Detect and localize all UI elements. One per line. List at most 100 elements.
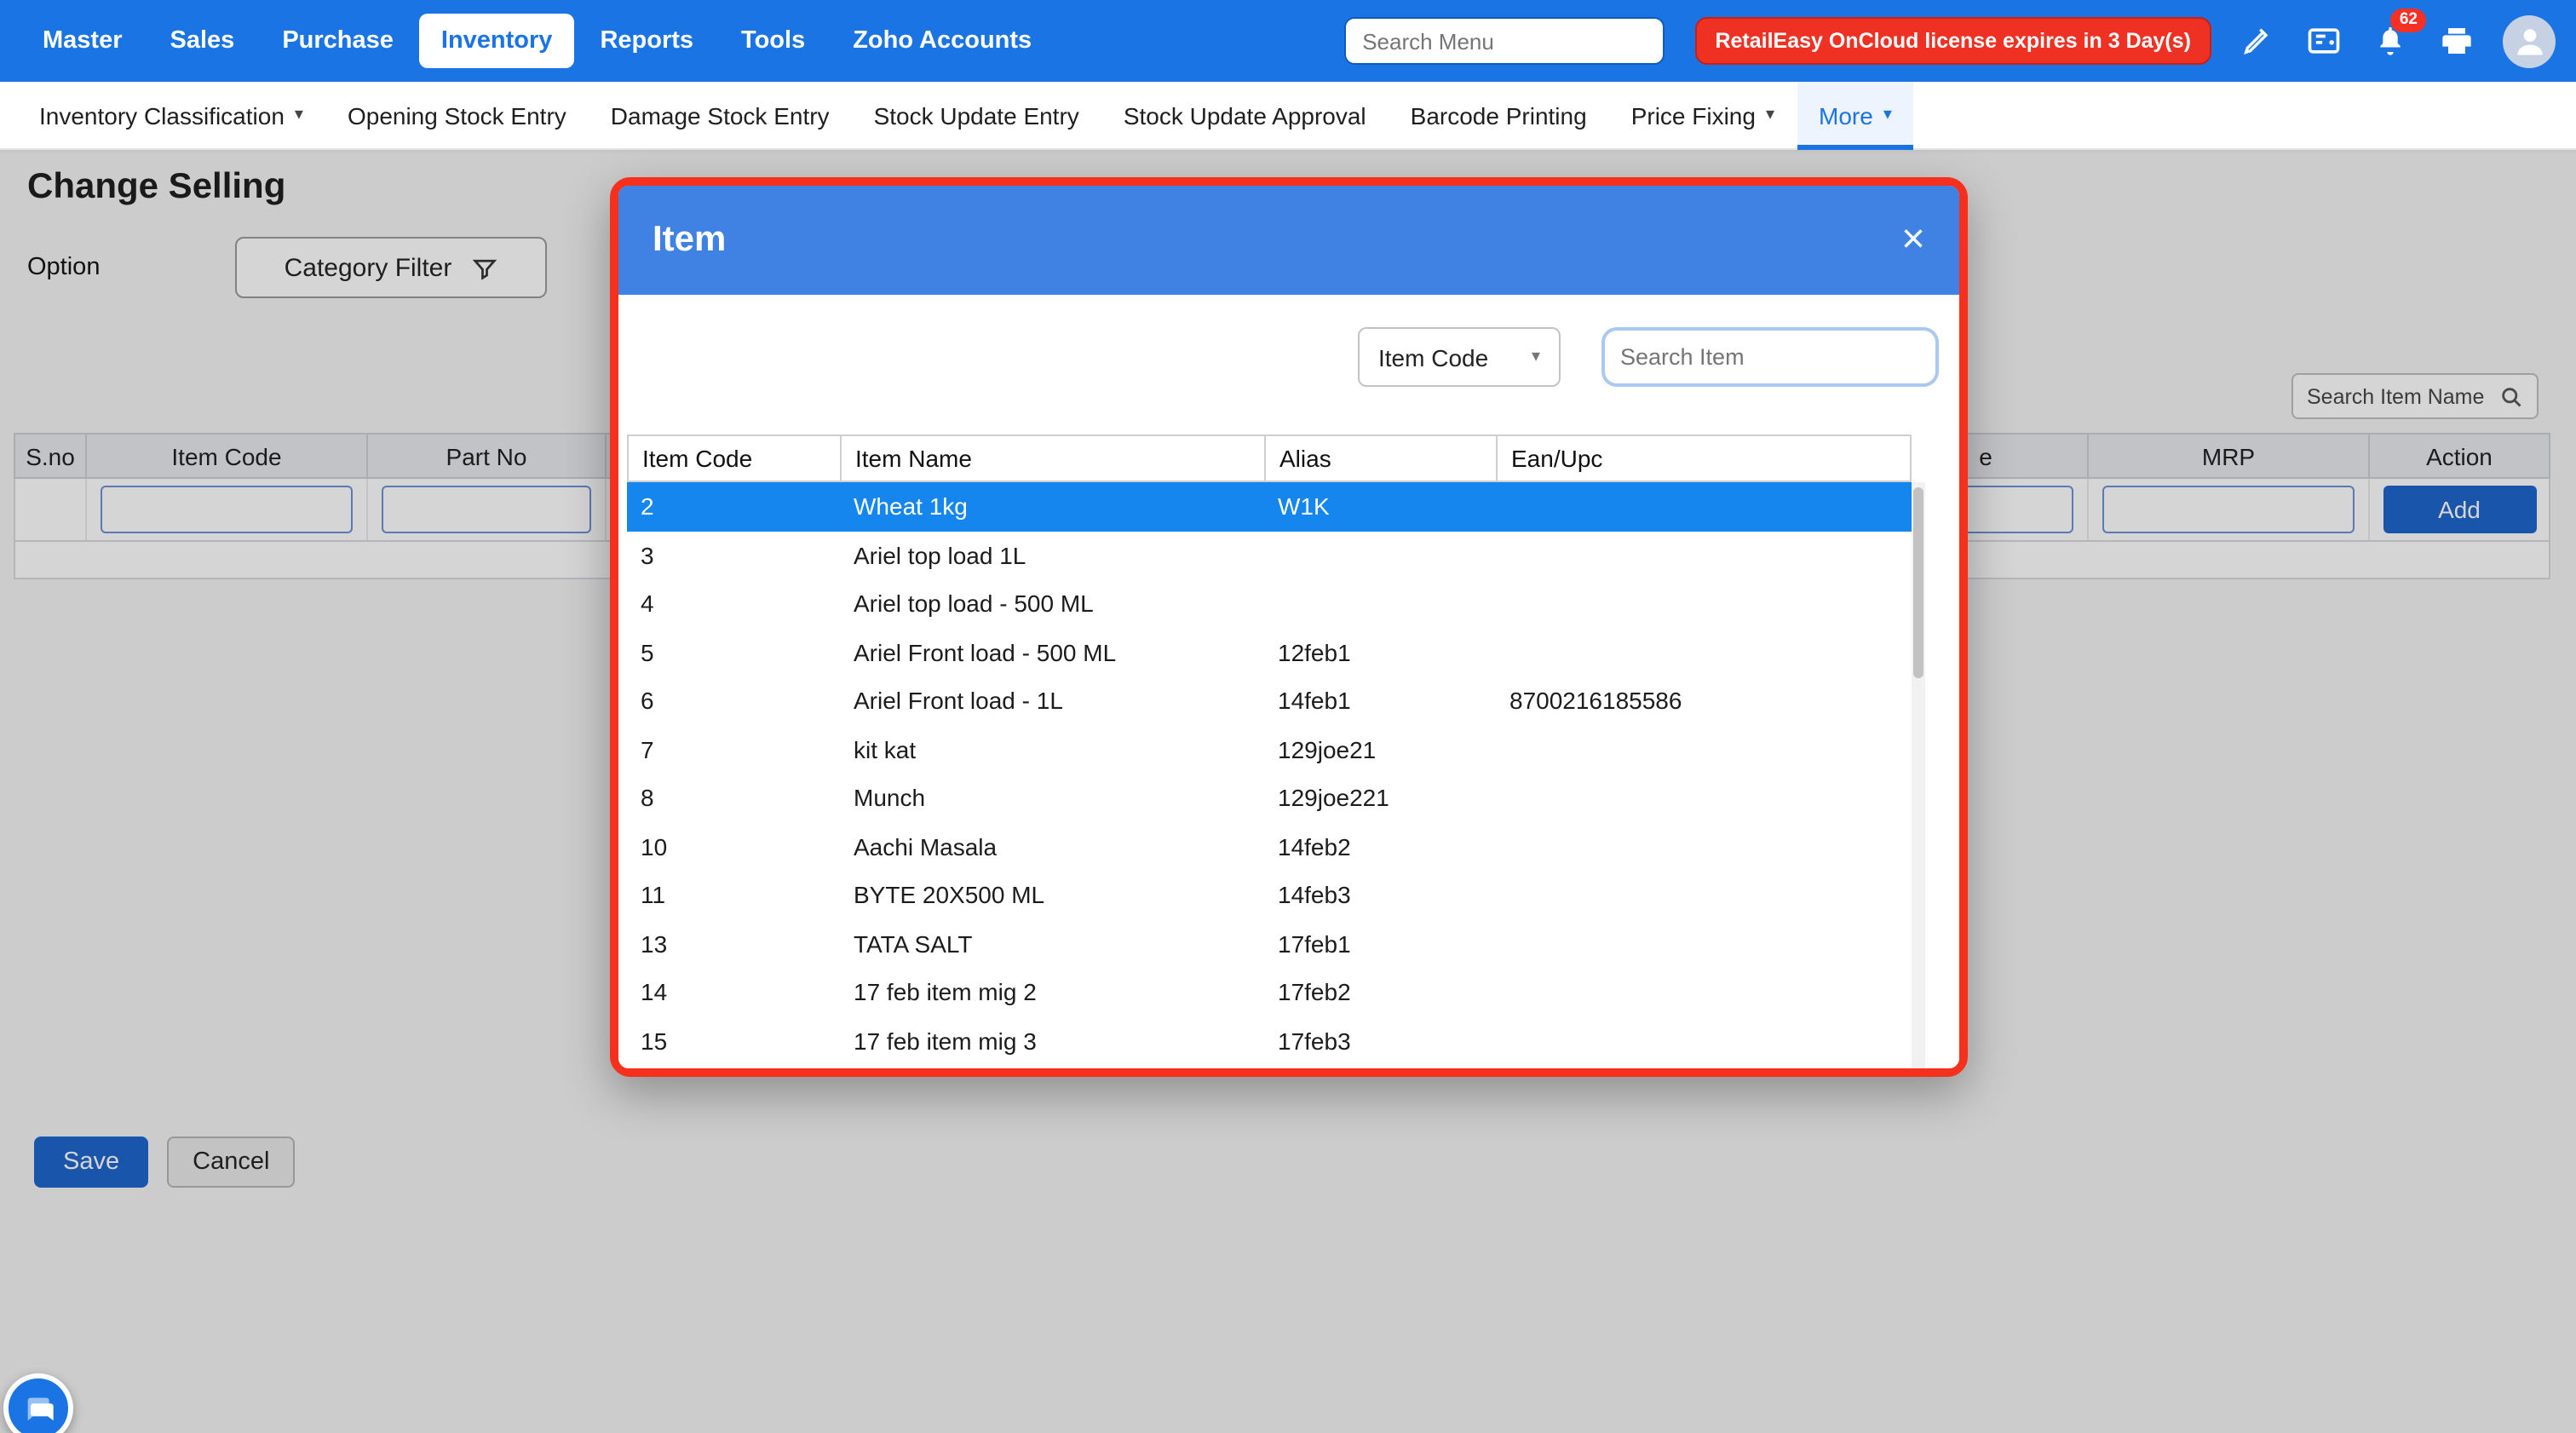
menu-tools[interactable]: Tools [719, 14, 827, 68]
subnav-label: Inventory Classification [39, 101, 285, 129]
subnav-label: More [1819, 101, 1873, 129]
license-warning-badge[interactable]: RetailEasy OnCloud license expires in 3 … [1694, 17, 2211, 65]
item-code-cell: 3 [627, 531, 840, 579]
item-name-cell: Ariel top load 1L [840, 531, 1264, 579]
subnav-label: Stock Update Entry [874, 101, 1079, 129]
item-code-cell: 13 [627, 919, 840, 968]
item-code-cell: 15 [627, 1016, 840, 1065]
item-row[interactable]: 16 17 feb item mig 4 17feb4 [627, 1065, 1912, 1068]
subnav-barcode-printing[interactable]: Barcode Printing [1389, 81, 1609, 149]
item-search-input[interactable] [1620, 344, 1922, 370]
item-name-cell: Wheat 1kg [840, 482, 1264, 531]
item-row[interactable]: 11 BYTE 20X500 ML 14feb3 [627, 871, 1912, 919]
item-row[interactable]: 7 kit kat 129joe21 [627, 725, 1912, 774]
item-name-cell: 17 feb item mig 2 [840, 968, 1264, 1016]
avatar[interactable] [2503, 14, 2556, 67]
item-row[interactable]: 6 Ariel Front load - 1L 14feb1 870021618… [627, 676, 1912, 725]
item-list-table: Item Code Item Name Alias Ean/Upc 2 Whea… [627, 435, 1925, 1068]
subnav-damage-stock-entry[interactable]: Damage Stock Entry [589, 81, 852, 149]
scrollbar-thumb[interactable] [1913, 487, 1923, 678]
tools-icon[interactable] [2237, 20, 2278, 61]
item-ean-cell [1496, 822, 1912, 871]
item-alias-cell: 129joe221 [1264, 774, 1496, 822]
subnav-label: Stock Update Approval [1124, 101, 1366, 129]
apps-icon[interactable] [2303, 20, 2344, 61]
item-ean-cell: 8700216185586 [1496, 676, 1912, 725]
item-modal-body: Item Code ▾ Item Code Item Name Alias Ea… [618, 295, 1959, 1068]
close-icon[interactable]: × [1901, 220, 1925, 261]
subnav-label: Barcode Printing [1411, 101, 1587, 129]
item-row[interactable]: 5 Ariel Front load - 500 ML 12feb1 [627, 628, 1912, 676]
item-col-header-alias: Alias [1266, 436, 1498, 481]
item-code-cell: 16 [627, 1065, 840, 1068]
subnav-inventory-classification[interactable]: Inventory Classification ▾ [17, 81, 325, 149]
menu-inventory[interactable]: Inventory [419, 14, 575, 68]
item-name-cell: 17 feb item mig 3 [840, 1016, 1264, 1065]
item-name-cell: 17 feb item mig 4 [840, 1065, 1264, 1068]
item-ean-cell [1496, 531, 1912, 579]
item-row[interactable]: 4 Ariel top load - 500 ML [627, 579, 1912, 628]
chat-bubble-icon [21, 1391, 55, 1425]
item-code-cell: 10 [627, 822, 840, 871]
item-name-cell: Ariel Front load - 500 ML [840, 628, 1264, 676]
scrollbar-track[interactable] [1912, 482, 1925, 1068]
item-code-cell: 11 [627, 871, 840, 919]
print-icon[interactable] [2436, 20, 2477, 61]
chevron-down-icon: ▾ [1766, 106, 1774, 124]
subnav-stock-update-entry[interactable]: Stock Update Entry [852, 81, 1101, 149]
chevron-down-icon: ▾ [1883, 106, 1892, 124]
item-name-cell: Ariel Front load - 1L [840, 676, 1264, 725]
subnav-label: Price Fixing [1631, 101, 1756, 129]
item-alias-cell: 14feb2 [1264, 822, 1496, 871]
item-code-cell: 14 [627, 968, 840, 1016]
search-by-dropdown[interactable]: Item Code ▾ [1358, 327, 1561, 387]
item-table-header-row: Item Code Item Name Alias Ean/Upc [627, 435, 1912, 482]
item-code-cell: 7 [627, 725, 840, 774]
item-code-cell: 2 [627, 482, 840, 531]
item-row[interactable]: 14 17 feb item mig 2 17feb2 [627, 968, 1912, 1016]
red-highlight-annotation: Item × Item Code ▾ Item Code [610, 177, 1968, 1077]
item-row[interactable]: 2 Wheat 1kg W1K [627, 482, 1912, 531]
modal-table-body: 2 Wheat 1kg W1K 3 Ariel top load 1L 4 Ar… [627, 482, 1912, 1068]
menu-purchase[interactable]: Purchase [260, 14, 416, 68]
item-alias-cell: 14feb3 [1264, 871, 1496, 919]
item-alias-cell: 17feb4 [1264, 1065, 1496, 1068]
subnav-more[interactable]: More ▾ [1797, 81, 1914, 149]
item-modal-header: Item × [618, 186, 1959, 295]
item-alias-cell [1264, 579, 1496, 628]
item-name-cell: TATA SALT [840, 919, 1264, 968]
item-ean-cell [1496, 1016, 1912, 1065]
subnav-stock-update-approval[interactable]: Stock Update Approval [1101, 81, 1389, 149]
chevron-down-icon: ▾ [1532, 348, 1540, 366]
search-by-dropdown-value: Item Code [1378, 343, 1488, 371]
item-search-box [1601, 327, 1939, 387]
modal-title: Item [653, 220, 726, 261]
item-col-header-ean: Ean/Upc [1498, 436, 1910, 481]
item-row[interactable]: 15 17 feb item mig 3 17feb3 [627, 1016, 1912, 1065]
item-row[interactable]: 3 Ariel top load 1L [627, 531, 1912, 579]
item-code-cell: 8 [627, 774, 840, 822]
item-alias-cell [1264, 531, 1496, 579]
subnav-price-fixing[interactable]: Price Fixing ▾ [1609, 81, 1797, 149]
subnav-label: Damage Stock Entry [611, 101, 830, 129]
item-alias-cell: 14feb1 [1264, 676, 1496, 725]
subnav-opening-stock-entry[interactable]: Opening Stock Entry [325, 81, 589, 149]
subnav-label: Opening Stock Entry [348, 101, 566, 129]
item-alias-cell: 17feb1 [1264, 919, 1496, 968]
search-menu-input[interactable] [1343, 17, 1664, 65]
item-modal: Item × Item Code ▾ Item Code [618, 186, 1959, 1068]
item-ean-cell [1496, 482, 1912, 531]
menu-zoho-accounts[interactable]: Zoho Accounts [831, 14, 1054, 68]
menu-master[interactable]: Master [20, 14, 145, 68]
notifications-bell-icon[interactable]: 62 [2370, 20, 2411, 61]
menu-reports[interactable]: Reports [578, 14, 716, 68]
menu-sales[interactable]: Sales [148, 14, 257, 68]
item-ean-cell [1496, 579, 1912, 628]
item-ean-cell [1496, 871, 1912, 919]
item-row[interactable]: 13 TATA SALT 17feb1 [627, 919, 1912, 968]
item-row[interactable]: 8 Munch 129joe221 [627, 774, 1912, 822]
item-alias-cell: 129joe21 [1264, 725, 1496, 774]
item-name-cell: Munch [840, 774, 1264, 822]
item-code-cell: 5 [627, 628, 840, 676]
item-row[interactable]: 10 Aachi Masala 14feb2 [627, 822, 1912, 871]
